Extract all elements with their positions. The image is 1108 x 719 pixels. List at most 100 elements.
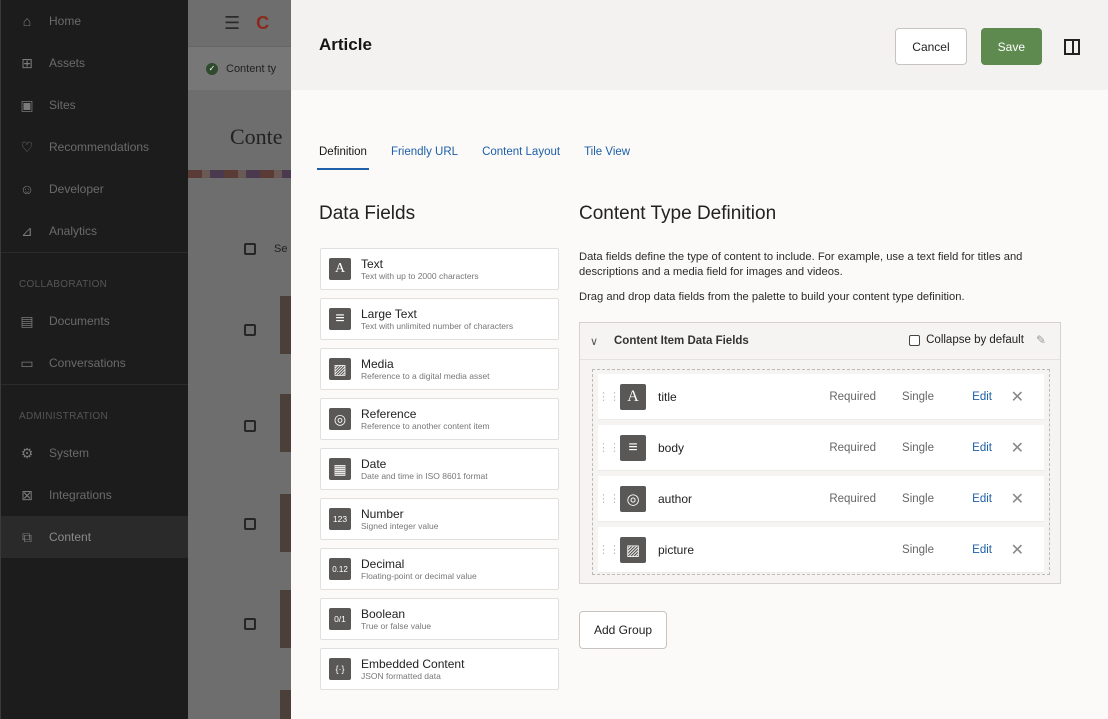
palette-item-embedded-content[interactable]: {·} Embedded Content JSON formatted data: [320, 648, 559, 690]
developer-icon: ☺: [19, 181, 35, 197]
definition-description: Data fields define the type of content t…: [579, 251, 1023, 278]
reference-field-icon: ◎: [620, 485, 646, 512]
field-required: Required: [829, 390, 876, 403]
data-field-group: ∨ Content Item Data Fields Collapse by d…: [579, 322, 1061, 584]
close-icon[interactable]: ✕: [1011, 489, 1024, 509]
analytics-icon: ⊿: [21, 222, 33, 239]
left-nav: ⌂ Home ⊞ Assets ▣ Sites ♡ Recommendations ☺ D…: [0, 0, 188, 719]
palette-item-name: Boolean: [361, 606, 406, 621]
collapse-checkbox[interactable]: [909, 334, 921, 346]
nav-label: Assets: [49, 56, 86, 70]
field-row-title[interactable]: ⋮⋮ A title Required Single Edit ✕: [598, 374, 1044, 420]
drag-handle-icon[interactable]: ⋮⋮: [598, 543, 620, 556]
palette-item-name: Number: [361, 506, 404, 521]
palette-item-boolean[interactable]: 0/1 Boolean True or false value: [320, 598, 559, 640]
documents-icon: ▤: [20, 312, 34, 329]
palette-item-desc: Signed integer value: [361, 520, 439, 531]
panel-layout-icon[interactable]: [1062, 37, 1082, 57]
nav-label: Conversations: [49, 356, 126, 370]
tab-tile-view[interactable]: Tile View: [584, 146, 630, 170]
background-checkbox: [244, 618, 256, 630]
background-page-title: Conte: [230, 124, 283, 149]
nav-item-assets[interactable]: ⊞ Assets: [1, 42, 188, 84]
field-name: body: [658, 440, 685, 455]
nav-label: Sites: [49, 98, 76, 112]
nav-item-analytics[interactable]: ⊿ Analytics: [1, 210, 188, 252]
add-group-button[interactable]: Add Group: [579, 611, 668, 649]
nav-item-documents[interactable]: ▤ Documents: [1, 300, 188, 342]
field-row-body[interactable]: ⋮⋮ ≡ body Required Single Edit ✕: [598, 425, 1044, 471]
drag-handle-icon[interactable]: ⋮⋮: [598, 492, 620, 505]
palette-item-name: Date: [361, 456, 387, 471]
palette-item-desc: Text with unlimited number of characters: [361, 320, 514, 331]
palette-item-desc: JSON formatted data: [361, 670, 441, 681]
close-icon[interactable]: ✕: [1011, 438, 1024, 458]
nav-item-integrations[interactable]: ⊠ Integrations: [1, 474, 188, 516]
palette-item-media[interactable]: ▨ Media Reference to a digital media asse…: [320, 348, 559, 390]
close-icon[interactable]: ✕: [1011, 540, 1024, 560]
palette-item-text[interactable]: A Text Text with up to 2000 characters: [320, 248, 559, 290]
nav-label: Content: [49, 530, 92, 544]
palette-item-date[interactable]: ▦ Date Date and time in ISO 8601 format: [320, 448, 559, 490]
background-checkbox: [244, 420, 256, 432]
edit-field-link[interactable]: Edit: [972, 442, 992, 454]
tab-bar: Definition Friendly URL Content Layout T…: [317, 146, 630, 170]
palette-item-name: Text: [361, 256, 384, 271]
content-type-definition-heading: Content Type Definition: [579, 203, 777, 224]
tab-content-layout[interactable]: Content Layout: [482, 146, 560, 170]
palette-item-desc: Reference to a digital media asset: [361, 370, 490, 381]
assets-icon: ⊞: [21, 54, 33, 71]
save-button[interactable]: Save: [980, 28, 1042, 65]
pencil-icon[interactable]: ✎: [1036, 333, 1046, 347]
number-field-icon: 123: [329, 508, 351, 530]
decimal-field-icon: 0.12: [329, 558, 351, 580]
data-fields-palette: A Text Text with up to 2000 characters ≡ …: [320, 248, 559, 719]
media-field-icon: ▨: [329, 358, 351, 380]
collapse-by-default-toggle[interactable]: Collapse by default ✎: [909, 333, 1046, 347]
nav-item-developer[interactable]: ☺ Developer: [1, 168, 188, 210]
nav-item-content[interactable]: ⧉ Content: [1, 516, 188, 558]
field-row-picture[interactable]: ⋮⋮ ▨ picture Single Edit ✕: [598, 527, 1044, 573]
panel-title: Article: [319, 35, 372, 54]
large-text-field-icon: ≡: [620, 434, 646, 461]
nav-label: Developer: [49, 182, 104, 196]
drag-handle-icon[interactable]: ⋮⋮: [598, 390, 620, 403]
definition-instructions: Drag and drop data fields from the palet…: [579, 291, 965, 303]
palette-item-desc: Date and time in ISO 8601 format: [361, 470, 488, 481]
palette-item-name: Decimal: [361, 556, 405, 571]
panel-header: Article Cancel Save: [291, 0, 1108, 90]
edit-field-link[interactable]: Edit: [972, 544, 992, 556]
edit-field-link[interactable]: Edit: [972, 391, 992, 403]
drag-handle-icon[interactable]: ⋮⋮: [598, 441, 620, 454]
header-actions: Cancel Save: [895, 28, 1082, 65]
logo-icon: C: [256, 12, 270, 33]
conversations-icon: ▭: [20, 354, 34, 371]
tab-friendly-url[interactable]: Friendly URL: [391, 146, 458, 170]
cancel-button[interactable]: Cancel: [895, 28, 967, 65]
nav-section-collaboration: COLLABORATION: [1, 252, 188, 300]
nav-label: Recommendations: [49, 140, 150, 154]
content-icon: ⧉: [22, 528, 32, 545]
nav-item-sites[interactable]: ▣ Sites: [1, 84, 188, 126]
field-row-author[interactable]: ⋮⋮ ◎ author Required Single Edit ✕: [598, 476, 1044, 522]
nav-item-home[interactable]: ⌂ Home: [1, 0, 188, 42]
background-status-text: Content ty: [226, 62, 277, 75]
nav-item-conversations[interactable]: ▭ Conversations: [1, 342, 188, 384]
tab-definition[interactable]: Definition: [317, 146, 369, 170]
palette-item-reference[interactable]: ◎ Reference Reference to another content …: [320, 398, 559, 440]
nav-item-recommendations[interactable]: ♡ Recommendations: [1, 126, 188, 168]
chevron-down-icon[interactable]: ∨: [590, 335, 606, 348]
content-type-panel: Article Cancel Save Definition Friendly …: [291, 0, 1108, 719]
background-page: ☰ C ✓ Content ty Conte Se: [188, 0, 298, 719]
nav-label: System: [49, 446, 90, 460]
close-icon[interactable]: ✕: [1011, 387, 1024, 407]
edit-field-link[interactable]: Edit: [972, 493, 992, 505]
palette-item-decimal[interactable]: 0.12 Decimal Floating-point or decimal va…: [320, 548, 559, 590]
field-name: picture: [658, 542, 695, 557]
field-required: Required: [829, 441, 876, 454]
palette-item-large-text[interactable]: ≡ Large Text Text with unlimited number o…: [320, 298, 559, 340]
group-title: Content Item Data Fields: [614, 335, 749, 347]
nav-item-system[interactable]: ⚙ System: [1, 432, 188, 474]
background-checkbox: [244, 243, 256, 255]
palette-item-number[interactable]: 123 Number Signed integer value: [320, 498, 559, 540]
